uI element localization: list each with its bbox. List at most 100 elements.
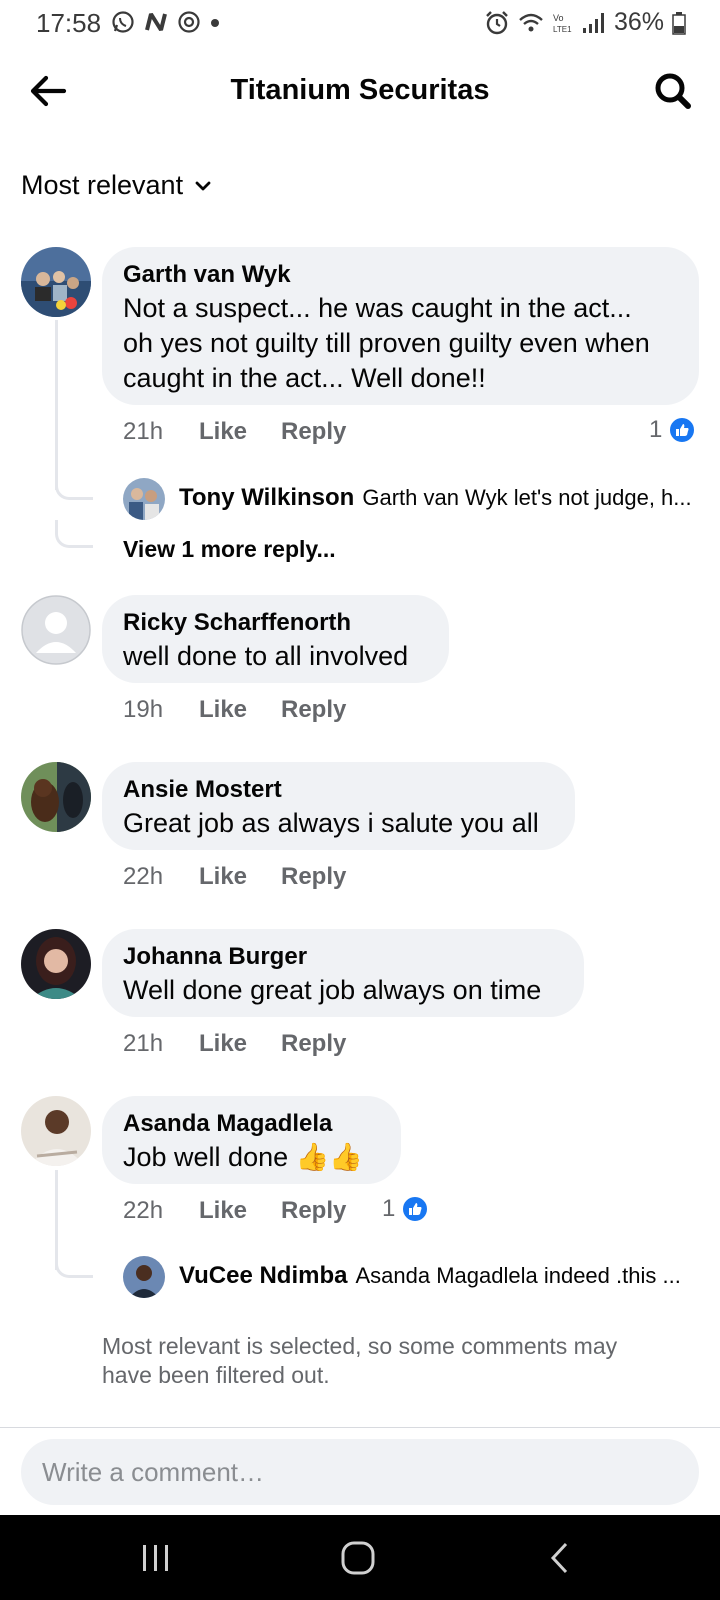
sort-dropdown[interactable]: Most relevant bbox=[21, 170, 213, 201]
reply-author[interactable]: VuCee Ndimba bbox=[179, 1262, 347, 1290]
comment-author[interactable]: Johanna Burger bbox=[123, 941, 563, 973]
comment-bubble[interactable]: Ansie Mostert Great job as always i salu… bbox=[102, 762, 575, 850]
search-button[interactable] bbox=[650, 68, 696, 114]
page-title: Titanium Securitas bbox=[230, 74, 490, 106]
comment-text: well done to all involved bbox=[123, 641, 409, 671]
avatar[interactable] bbox=[21, 595, 91, 665]
comment-actions: 21h Like Reply bbox=[123, 1030, 346, 1058]
recent-apps-icon bbox=[143, 1545, 168, 1571]
filter-notice: Most relevant is selected, so some comme… bbox=[102, 1333, 618, 1388]
signal-icon bbox=[582, 12, 604, 33]
comment-text: Not a suspect... he was caught in the ac… bbox=[123, 291, 678, 396]
default-avatar-icon bbox=[21, 595, 91, 665]
view-more-replies[interactable]: View 1 more reply... bbox=[123, 536, 336, 563]
reaction-count[interactable]: 1 bbox=[649, 416, 697, 444]
comment-author[interactable]: Ricky Scharffenorth bbox=[123, 607, 428, 639]
avatar[interactable] bbox=[21, 929, 91, 999]
reply-avatar[interactable] bbox=[123, 1256, 165, 1298]
battery-icon bbox=[672, 11, 686, 35]
comment-text-line: oh yes not guilty till proven guilty eve… bbox=[123, 328, 650, 358]
like-button[interactable]: Like bbox=[199, 1197, 281, 1225]
comment-text: Great job as always i salute you all bbox=[123, 808, 539, 838]
thumbs-up-icon bbox=[668, 416, 697, 444]
sort-label: Most relevant bbox=[21, 170, 184, 200]
reply-author[interactable]: Tony Wilkinson bbox=[179, 484, 354, 512]
reaction-number: 1 bbox=[649, 416, 663, 443]
comment-bubble[interactable]: Ricky Scharffenorth well done to all inv… bbox=[102, 595, 449, 683]
comment-actions: 21h Like Reply bbox=[123, 418, 346, 446]
comment-input-placeholder: Write a comment… bbox=[42, 1456, 265, 1487]
recent-apps-button[interactable] bbox=[126, 1533, 186, 1583]
reply-avatar[interactable] bbox=[123, 478, 165, 520]
status-time: 17:58 bbox=[36, 8, 102, 38]
like-button[interactable]: Like bbox=[199, 418, 281, 446]
avatar[interactable] bbox=[21, 247, 91, 317]
status-bar: 17:58 Vo LTE1 36% bbox=[0, 0, 720, 46]
comment-bubble[interactable]: Garth van Wyk Not a suspect... he was ca… bbox=[102, 247, 699, 405]
reply-button[interactable]: Reply bbox=[281, 418, 346, 446]
home-icon bbox=[341, 1541, 375, 1575]
comment-text: Well done great job always on time bbox=[123, 975, 542, 1005]
comment-time: 21h bbox=[123, 418, 164, 445]
comment-author[interactable]: Garth van Wyk bbox=[123, 259, 678, 291]
thread-connector bbox=[55, 1250, 93, 1278]
reaction-number: 1 bbox=[382, 1195, 396, 1222]
comment-time: 22h bbox=[123, 863, 164, 890]
comment-input[interactable]: Write a comment… bbox=[21, 1439, 699, 1505]
avatar[interactable] bbox=[21, 762, 91, 832]
sync-icon bbox=[178, 11, 200, 33]
like-button[interactable]: Like bbox=[199, 863, 281, 891]
reply-button[interactable]: Reply bbox=[281, 1030, 346, 1058]
chevron-down-icon bbox=[195, 181, 211, 190]
comment-actions: 22h Like Reply bbox=[123, 1197, 346, 1225]
notification-icons bbox=[111, 10, 221, 34]
reply-preview[interactable]: VuCee Ndimba Asanda Magadlela indeed .th… bbox=[179, 1262, 699, 1290]
thumbs-up-icon bbox=[401, 1195, 430, 1223]
comment-actions: 22h Like Reply bbox=[123, 863, 346, 891]
whatsapp-icon bbox=[112, 11, 134, 33]
comment-actions: 19h Like Reply bbox=[123, 696, 346, 724]
thread-connector bbox=[55, 470, 93, 500]
reply-button[interactable]: Reply bbox=[281, 696, 346, 724]
comment-author[interactable]: Ansie Mostert bbox=[123, 774, 554, 806]
search-icon bbox=[655, 73, 691, 109]
navigation-bar bbox=[0, 1515, 720, 1600]
avatar[interactable] bbox=[21, 1096, 91, 1166]
comment-bubble[interactable]: Asanda Magadlela Job well done 👍👍 bbox=[102, 1096, 401, 1184]
svg-text:LTE1: LTE1 bbox=[553, 25, 572, 34]
dot-icon bbox=[211, 19, 219, 27]
header: Titanium Securitas bbox=[0, 56, 720, 126]
reply-preview[interactable]: Tony Wilkinson Garth van Wyk let's not j… bbox=[179, 484, 699, 512]
comment-time: 19h bbox=[123, 696, 164, 723]
comment-bubble[interactable]: Johanna Burger Well done great job alway… bbox=[102, 929, 584, 1017]
wifi-icon bbox=[519, 13, 543, 31]
system-icons: Vo LTE1 36% bbox=[484, 8, 686, 37]
avatar-photo bbox=[21, 247, 91, 317]
like-button[interactable]: Like bbox=[199, 1030, 281, 1058]
volte-icon: Vo LTE1 bbox=[553, 13, 572, 34]
reply-avatar-photo bbox=[123, 1256, 165, 1298]
comment-time: 22h bbox=[123, 1197, 164, 1224]
svg-text:Vo: Vo bbox=[553, 13, 564, 23]
system-back-button[interactable] bbox=[530, 1533, 590, 1583]
chevron-left-icon bbox=[550, 1542, 568, 1574]
reply-button[interactable]: Reply bbox=[281, 863, 346, 891]
comment-text: Job well done 👍👍 bbox=[123, 1142, 363, 1172]
alarm-icon bbox=[486, 10, 508, 34]
thread-line bbox=[55, 320, 58, 490]
divider bbox=[0, 1427, 720, 1428]
reply-text: Asanda Magadlela indeed .this ... bbox=[355, 1263, 681, 1288]
like-button[interactable]: Like bbox=[199, 696, 281, 724]
comment-author[interactable]: Asanda Magadlela bbox=[123, 1108, 380, 1140]
avatar-photo bbox=[21, 1096, 91, 1166]
thread-connector bbox=[55, 520, 93, 548]
reply-avatar-photo bbox=[123, 478, 165, 520]
avatar-photo bbox=[21, 762, 91, 832]
avatar-photo bbox=[21, 929, 91, 999]
comment-text-line: caught in the act... Well done!! bbox=[123, 363, 486, 393]
home-button[interactable] bbox=[328, 1533, 388, 1583]
comment-text-line: Not a suspect... he was caught in the ac… bbox=[123, 293, 632, 323]
comment-time: 21h bbox=[123, 1030, 164, 1057]
reaction-count[interactable]: 1 bbox=[382, 1195, 430, 1223]
reply-button[interactable]: Reply bbox=[281, 1197, 346, 1225]
